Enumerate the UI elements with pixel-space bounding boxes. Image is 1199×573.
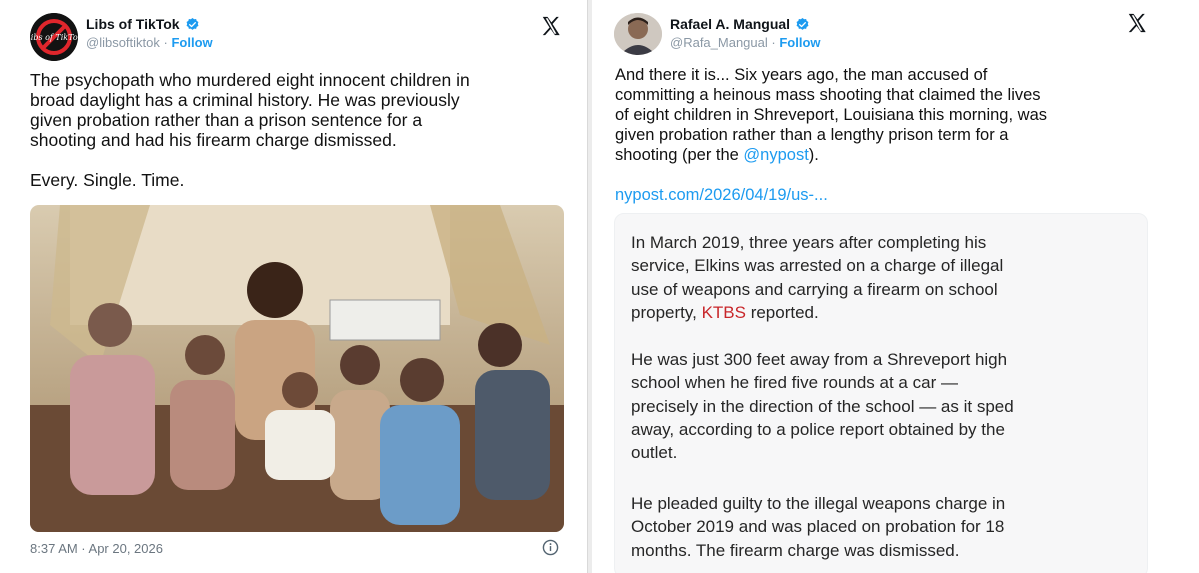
tweet-text-line: And there it is... Six years ago, the ma… [615, 66, 988, 84]
article-link[interactable]: nypost.com/2026/04/19/us-... [615, 185, 1175, 205]
tweet-text-line: The psychopath who murdered eight innoce… [30, 70, 470, 90]
right-tweet-header: Rafael A. Mangual @Rafa_Mangual · Follow [614, 13, 821, 55]
tweet-text-line: given probation rather than a lengthy pr… [615, 126, 1009, 144]
tweet-timestamp[interactable]: 8:37 AM · Apr 20, 2026 [30, 541, 163, 556]
info-icon[interactable] [542, 539, 559, 556]
author-name[interactable]: Libs of TikTok [86, 16, 180, 32]
author-name[interactable]: Rafael A. Mangual [670, 16, 790, 32]
verified-badge-icon [186, 17, 199, 30]
ktbs-source-link[interactable]: KTBS [702, 303, 746, 322]
excerpt-line: months. The firearm charge was dismissed… [631, 540, 960, 560]
tweet-text-line: committing a heinous mass shooting that … [615, 86, 1041, 104]
tweet-text-line: shooting (per the @nypost). [615, 145, 1175, 165]
verified-badge-icon [796, 17, 809, 30]
tweet-text-line: Every. Single. Time. [30, 170, 185, 190]
excerpt-line: He was just 300 feet away from a Shrevep… [631, 350, 1008, 369]
excerpt-paragraph-2: He was just 300 feet away from a Shrevep… [631, 348, 1131, 464]
x-logo-icon[interactable] [1126, 12, 1148, 34]
profile-photo-icon [614, 13, 662, 55]
left-tweet-header: Libs of TikTok Libs of TikTok @libsoftik… [30, 13, 213, 61]
left-tweet-card: Libs of TikTok Libs of TikTok @libsoftik… [0, 0, 588, 573]
author-handle[interactable]: @Rafa_Mangual [670, 35, 768, 50]
excerpt-paragraph-3: He pleaded guilty to the illegal weapons… [631, 492, 1131, 562]
handle-separator: · [771, 35, 776, 50]
tweet-text: The psychopath who murdered eight innoce… [30, 70, 570, 190]
article-excerpt-box: In March 2019, three years after complet… [614, 213, 1148, 573]
tweet-text-line: shooting and had his firearm charge dism… [30, 130, 397, 150]
text-segment: property, [631, 302, 702, 322]
follow-button[interactable]: Follow [779, 35, 820, 50]
excerpt-line: precisely in the direction of the school… [631, 396, 1014, 416]
nypost-mention-link[interactable]: @nypost [743, 146, 808, 164]
family-photo-image [30, 205, 564, 532]
svg-text:Libs of TikTok: Libs of TikTok [30, 33, 78, 42]
tweet-text-line: given probation rather than a prison sen… [30, 110, 423, 130]
author-handle[interactable]: @libsoftiktok [86, 35, 160, 50]
text-segment: reported. [745, 302, 819, 322]
excerpt-line: In March 2019, three years after complet… [631, 233, 987, 252]
avatar-logo-icon: Libs of TikTok [30, 13, 78, 61]
excerpt-line: property, KTBS reported. [631, 301, 1131, 324]
text-segment: shooting (per the [615, 146, 744, 164]
excerpt-line: He pleaded guilty to the illegal weapons… [631, 494, 1006, 513]
tweet-photo[interactable] [30, 205, 564, 532]
text-segment: ). [808, 146, 819, 164]
handle-separator: · [163, 35, 168, 50]
tweet-text-line: of eight children in Shreveport, Louisia… [615, 106, 1047, 124]
excerpt-paragraph-1: In March 2019, three years after complet… [631, 231, 1131, 324]
tweet-text-line: broad daylight has a criminal history. H… [30, 90, 460, 110]
excerpt-line: outlet. [631, 443, 678, 463]
excerpt-line: service, Elkins was arrested on a charge… [631, 256, 1004, 276]
excerpt-line: school when he fired five rounds at a ca… [631, 373, 958, 393]
excerpt-line: October 2019 and was placed on probation… [631, 517, 1005, 537]
excerpt-line: away, according to a police report obtai… [631, 419, 1005, 439]
excerpt-line: use of weapons and carrying a firearm on… [631, 279, 998, 299]
libs-of-tiktok-avatar[interactable]: Libs of TikTok [30, 13, 78, 61]
rafael-mangual-avatar[interactable] [614, 13, 662, 55]
follow-button[interactable]: Follow [171, 35, 212, 50]
tweet-text: And there it is... Six years ago, the ma… [615, 65, 1175, 205]
x-logo-icon[interactable] [540, 15, 562, 37]
